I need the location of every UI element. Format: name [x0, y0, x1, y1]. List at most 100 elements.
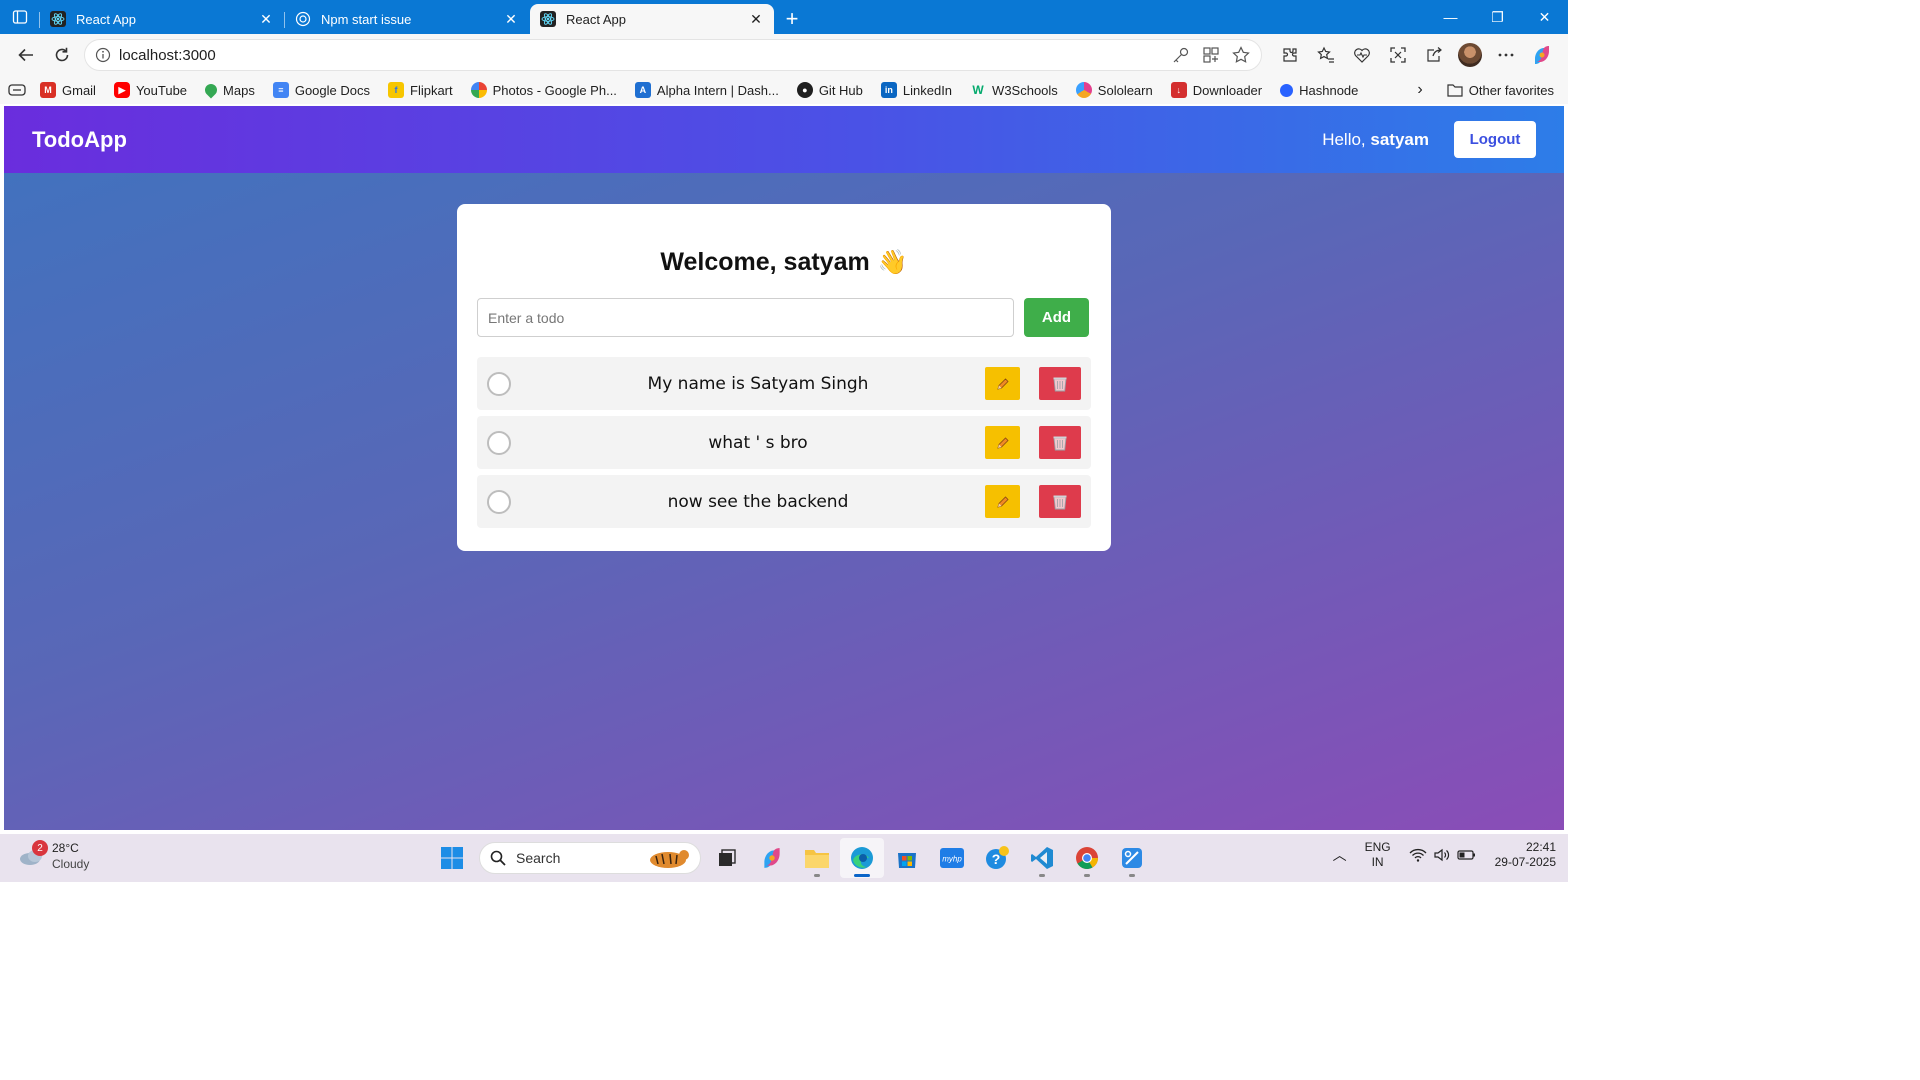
- alpha-icon: A: [634, 82, 651, 98]
- start-button[interactable]: [430, 838, 474, 878]
- language-indicator[interactable]: ENG IN: [1365, 840, 1391, 870]
- browser-tab-1[interactable]: React App ✕: [39, 4, 284, 34]
- favorite-google-docs[interactable]: ≡ Google Docs: [272, 82, 370, 98]
- chevron-right-icon[interactable]: ›: [1417, 81, 1422, 99]
- taskbar-search[interactable]: Search: [479, 842, 701, 874]
- favorite-w3schools[interactable]: W W3Schools: [970, 82, 1057, 98]
- site-info-icon[interactable]: [95, 47, 111, 63]
- close-tab-icon[interactable]: ✕: [258, 11, 274, 27]
- tab-actions-icon: [12, 10, 28, 24]
- close-window-icon[interactable]: ✕: [1521, 9, 1568, 26]
- tab-actions-button[interactable]: [0, 0, 40, 34]
- battery-icon[interactable]: [1457, 848, 1477, 862]
- myhp-app[interactable]: myhp: [930, 838, 974, 878]
- file-explorer-app[interactable]: [795, 838, 839, 878]
- favorite-google-photos[interactable]: Photos - Google Ph...: [470, 82, 617, 98]
- window-controls: — ❐ ✕: [1427, 0, 1568, 34]
- favorite-youtube[interactable]: ▶ YouTube: [113, 82, 188, 98]
- app-install-icon[interactable]: [1201, 45, 1221, 65]
- delete-todo-button[interactable]: [1039, 367, 1081, 400]
- password-key-icon[interactable]: [1171, 45, 1191, 65]
- todo-input[interactable]: [477, 298, 1014, 337]
- screenshot-icon[interactable]: [1380, 46, 1416, 64]
- search-highlight-tiger-icon: [650, 850, 689, 868]
- favorite-maps[interactable]: Maps: [202, 81, 255, 99]
- favorite-sololearn[interactable]: Sololearn: [1075, 82, 1153, 98]
- address-bar[interactable]: localhost:3000: [84, 39, 1262, 71]
- logout-button[interactable]: Logout: [1454, 121, 1536, 158]
- add-todo-row: Add: [477, 298, 1091, 337]
- favorite-flipkart[interactable]: f Flipkart: [388, 82, 453, 98]
- clock-time: 22:41: [1525, 840, 1556, 854]
- running-indicator: [1129, 874, 1135, 877]
- other-favorites[interactable]: Other favorites: [1447, 83, 1554, 98]
- copilot-app[interactable]: [750, 838, 794, 878]
- favorite-alpha-intern[interactable]: A Alpha Intern | Dash...: [634, 82, 779, 98]
- volume-icon[interactable]: [1433, 847, 1451, 863]
- favorite-label: YouTube: [135, 82, 188, 98]
- minimize-icon[interactable]: —: [1427, 9, 1474, 25]
- svg-text:?: ?: [992, 851, 1001, 867]
- system-tray: ︿ ENG IN 22:41 29-07-2025: [1333, 840, 1556, 870]
- myhp-icon: myhp: [940, 848, 964, 868]
- edge-app[interactable]: [840, 838, 884, 878]
- profile-avatar[interactable]: [1452, 43, 1488, 67]
- snipping-tool-app[interactable]: [1110, 838, 1154, 878]
- greeting-username: satyam: [1370, 129, 1429, 149]
- favorite-linkedin[interactable]: in LinkedIn: [880, 82, 952, 98]
- tab-title: Npm start issue: [321, 11, 412, 27]
- edit-todo-button[interactable]: [985, 485, 1020, 518]
- region-code: IN: [1371, 855, 1384, 869]
- more-options-icon[interactable]: [1488, 46, 1524, 64]
- extensions-puzzle-icon[interactable]: [1272, 46, 1308, 64]
- task-view-button[interactable]: [705, 838, 749, 878]
- add-todo-button[interactable]: Add: [1024, 298, 1089, 337]
- favorite-label: Downloader: [1192, 82, 1263, 98]
- restore-icon[interactable]: ❐: [1474, 9, 1521, 26]
- browser-essentials-icon[interactable]: [1344, 46, 1380, 64]
- microsoft-store-app[interactable]: [885, 838, 929, 878]
- browser-tab-2[interactable]: Npm start issue ✕: [284, 4, 529, 34]
- wifi-icon[interactable]: [1409, 847, 1427, 863]
- weather-widget[interactable]: 2 28°C Cloudy: [18, 840, 89, 872]
- app-brand[interactable]: TodoApp: [32, 127, 127, 153]
- complete-checkbox[interactable]: [487, 430, 511, 455]
- delete-todo-button[interactable]: [1039, 426, 1081, 459]
- clock[interactable]: 22:41 29-07-2025: [1495, 840, 1556, 870]
- get-help-app[interactable]: ?: [975, 838, 1019, 878]
- close-tab-icon[interactable]: ✕: [748, 11, 764, 27]
- back-button[interactable]: [8, 39, 44, 71]
- share-icon[interactable]: [1416, 46, 1452, 64]
- running-indicator: [854, 874, 870, 877]
- vscode-app[interactable]: [1020, 838, 1064, 878]
- favorite-hashnode[interactable]: Hashnode: [1277, 80, 1358, 100]
- complete-checkbox[interactable]: [487, 371, 511, 396]
- edit-todo-button[interactable]: [985, 367, 1020, 400]
- search-icon: [490, 850, 506, 866]
- browser-tab-3-active[interactable]: React App ✕: [530, 4, 774, 34]
- docs-icon: ≡: [272, 82, 289, 98]
- favorite-label: Maps: [223, 82, 255, 98]
- chevron-up-icon[interactable]: ︿: [1333, 845, 1347, 865]
- favorite-downloader[interactable]: ↓ Downloader: [1170, 82, 1263, 98]
- favorite-gmail[interactable]: M Gmail: [40, 82, 96, 98]
- chrome-app[interactable]: [1065, 838, 1109, 878]
- copilot-icon[interactable]: [1524, 44, 1560, 66]
- new-tab-button[interactable]: +: [775, 4, 809, 34]
- immersive-reader-button[interactable]: [8, 83, 26, 97]
- waving-hand-icon: 👋: [877, 248, 908, 276]
- edit-todo-button[interactable]: [985, 426, 1020, 459]
- complete-checkbox[interactable]: [487, 489, 511, 514]
- todo-card: Welcome, satyam 👋 Add My name is Satyam …: [457, 204, 1111, 551]
- favorite-github[interactable]: ● Git Hub: [796, 82, 863, 98]
- hashnode-icon: [1277, 80, 1296, 100]
- welcome-text: Welcome, satyam: [660, 247, 870, 276]
- delete-todo-button[interactable]: [1039, 485, 1081, 518]
- close-tab-icon[interactable]: ✕: [503, 11, 519, 27]
- tab-title: React App: [566, 11, 626, 27]
- running-indicator: [814, 874, 820, 877]
- refresh-button[interactable]: [44, 39, 80, 71]
- favorites-list-icon[interactable]: [1308, 46, 1344, 64]
- favorite-star-icon[interactable]: [1231, 45, 1251, 65]
- url-text: localhost:3000: [119, 46, 216, 64]
